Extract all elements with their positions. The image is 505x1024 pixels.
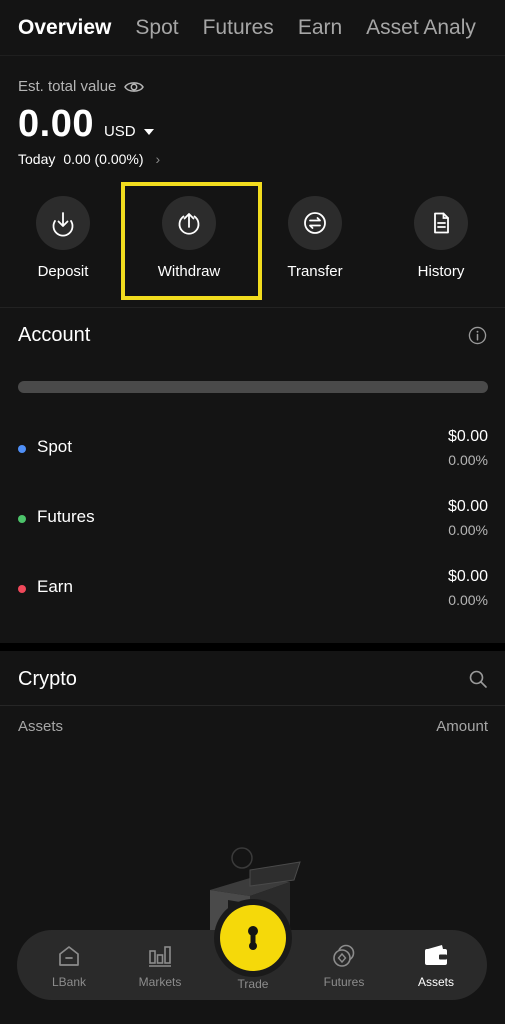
- caret-down-icon: [143, 128, 154, 135]
- account-amount: $0.00: [447, 568, 488, 585]
- top-tab-bar: Overview Spot Futures Earn Asset Analy: [0, 0, 505, 56]
- history-icon: [414, 196, 468, 250]
- est-total-row: Est. total value: [18, 78, 145, 95]
- transfer-label: Transfer: [287, 263, 343, 280]
- deposit-icon: [36, 196, 90, 250]
- quick-actions: Deposit Withdraw Transfer History: [0, 196, 505, 296]
- account-name: Futures: [37, 507, 95, 526]
- account-percent: 0.00%: [448, 452, 488, 468]
- est-total-label: Est. total value: [18, 78, 117, 95]
- markets-chart-icon: [149, 946, 171, 967]
- nav-assets[interactable]: Assets: [396, 930, 476, 1000]
- withdraw-button[interactable]: Withdraw: [141, 196, 237, 280]
- deposit-button[interactable]: Deposit: [15, 196, 111, 280]
- account-percent: 0.00%: [448, 592, 488, 608]
- account-name: Spot: [37, 437, 72, 456]
- nav-label: Futures: [323, 975, 365, 989]
- total-value: 0.00: [18, 103, 94, 145]
- account-distribution-bar: [18, 381, 488, 393]
- nav-futures[interactable]: Futures: [304, 930, 384, 1000]
- account-row-futures[interactable]: Futures $0.00 0.00%: [18, 498, 488, 548]
- chevron-right-icon: ›: [155, 151, 161, 167]
- nav-label-trade: Trade: [237, 977, 269, 991]
- today-label: Today: [18, 151, 56, 167]
- account-title: Account: [18, 324, 91, 346]
- deposit-label: Deposit: [37, 263, 89, 280]
- nav-markets[interactable]: Markets: [120, 930, 200, 1000]
- transfer-icon: [288, 196, 342, 250]
- section-separator: [0, 643, 505, 651]
- account-name: Earn: [37, 577, 73, 596]
- transfer-button[interactable]: Transfer: [267, 196, 363, 280]
- nav-label: Markets: [138, 975, 182, 989]
- currency-selector[interactable]: USD: [104, 123, 154, 140]
- search-icon[interactable]: [468, 669, 488, 689]
- column-header-assets: Assets: [18, 718, 64, 735]
- withdraw-label: Withdraw: [157, 263, 221, 280]
- nav-label: Assets: [417, 975, 454, 989]
- divider: [0, 307, 505, 308]
- trade-button[interactable]: [220, 905, 286, 971]
- account-percent: 0.00%: [448, 522, 488, 538]
- tab-spot[interactable]: Spot: [135, 16, 178, 40]
- tab-earn[interactable]: Earn: [298, 16, 342, 40]
- info-icon[interactable]: [468, 326, 487, 345]
- tab-overview[interactable]: Overview: [18, 16, 111, 40]
- history-button[interactable]: History: [393, 196, 489, 280]
- earn-dot: [18, 585, 26, 593]
- currency-label: USD: [103, 123, 136, 140]
- today-change: 0.00 (0.00%): [63, 151, 144, 167]
- tab-futures[interactable]: Futures: [203, 16, 274, 40]
- nav-label: LBank: [51, 975, 87, 989]
- tab-asset-analysis[interactable]: Asset Analy: [366, 16, 476, 40]
- history-label: History: [417, 263, 465, 280]
- futures-coin-icon: [333, 944, 355, 967]
- wallet-icon: [425, 945, 447, 965]
- nav-lbank[interactable]: LBank: [29, 930, 109, 1000]
- column-header-amount: Amount: [436, 718, 488, 735]
- total-value-row: 0.00 USD: [18, 103, 154, 146]
- crypto-title: Crypto: [18, 668, 77, 690]
- lbank-home-icon: [59, 946, 79, 966]
- account-row-spot[interactable]: Spot $0.00 0.00%: [18, 428, 488, 478]
- withdraw-icon: [162, 196, 216, 250]
- spot-dot: [18, 445, 26, 453]
- account-amount: $0.00: [447, 498, 488, 515]
- account-amount: $0.00: [447, 428, 488, 445]
- divider: [0, 705, 505, 706]
- futures-dot: [18, 515, 26, 523]
- trade-logo-icon: [248, 926, 258, 950]
- account-row-earn[interactable]: Earn $0.00 0.00%: [18, 568, 488, 618]
- today-pnl-row[interactable]: Today 0.00 (0.00%) ›: [18, 151, 160, 167]
- eye-icon[interactable]: [124, 79, 145, 95]
